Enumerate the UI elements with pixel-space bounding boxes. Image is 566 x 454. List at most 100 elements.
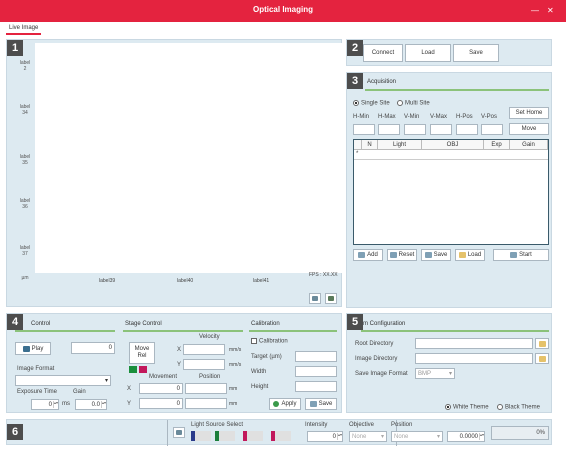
objective-label: Objective — [349, 422, 375, 428]
fit-icon — [312, 296, 318, 301]
radio-checked-icon — [353, 100, 359, 106]
table-header-select — [354, 140, 362, 150]
light-source-blue[interactable] — [191, 431, 211, 441]
hmin-input[interactable] — [353, 124, 375, 135]
calibration-save-button[interactable]: Save — [305, 398, 337, 410]
spinner-icon[interactable]: ▴▾ — [53, 401, 58, 408]
y-label-3: label 35 — [19, 154, 31, 166]
spinner-icon[interactable]: ▴▾ — [101, 401, 106, 408]
reset-button[interactable]: Reset — [387, 249, 417, 261]
add-button[interactable]: Add — [353, 249, 383, 261]
apply-button[interactable]: Apply — [269, 398, 301, 410]
table-header-exp: Exp — [484, 140, 510, 150]
position-y-display — [185, 398, 227, 409]
panel-number-1: 1 — [7, 40, 23, 56]
vmax-input[interactable] — [430, 124, 452, 135]
image-format-select[interactable]: ▾ — [15, 375, 111, 386]
exposure-time-input[interactable]: 0 ▴▾ — [31, 399, 59, 410]
target-input[interactable] — [295, 351, 337, 362]
single-site-radio[interactable]: Single Site — [353, 100, 390, 107]
start-button[interactable]: Start — [493, 249, 549, 261]
velocity-y-input[interactable] — [183, 359, 225, 370]
white-theme-label: White Theme — [453, 404, 489, 411]
height-input[interactable] — [295, 381, 337, 392]
save-button[interactable]: Save — [453, 44, 499, 62]
zoom-fit-button[interactable] — [309, 293, 321, 304]
position-number-input[interactable]: 0.0000 ▴▾ — [447, 431, 485, 442]
folder-icon — [458, 252, 466, 258]
move-rel-button[interactable]: Move Rel — [129, 342, 155, 364]
image-directory-input[interactable] — [415, 353, 533, 364]
connect-label: Connect — [371, 50, 395, 56]
velocity-x-input[interactable] — [183, 344, 225, 355]
velocity-label: Velocity — [199, 334, 220, 340]
zoom-reset-button[interactable] — [325, 293, 337, 304]
gain-input[interactable]: 0.0 ▴▾ — [75, 399, 107, 410]
objective-select[interactable]: None ▾ — [349, 431, 387, 442]
play-label: Play — [31, 345, 44, 352]
set-home-button[interactable]: Set Home — [509, 107, 549, 119]
hmax-input[interactable] — [378, 124, 400, 135]
light-source-label: Light Source Select — [191, 422, 244, 428]
panel-number-2: 2 — [347, 40, 363, 56]
load-button[interactable]: Load — [405, 44, 451, 62]
light-source-toggle[interactable] — [173, 427, 185, 438]
table-row[interactable]: * — [354, 150, 548, 160]
light-source-ir[interactable] — [271, 431, 291, 441]
connect-button[interactable]: Connect — [363, 44, 403, 62]
calibration-underline — [249, 330, 337, 332]
panel-number-5: 5 — [347, 314, 363, 330]
target-label: Target (µm) — [251, 354, 282, 360]
movement-y-input[interactable]: 0 — [139, 398, 183, 409]
table-load-button[interactable]: Load — [455, 249, 485, 261]
spinner-icon[interactable]: ▴▾ — [337, 433, 342, 440]
status-panel: 6 Light Source Select Intensity 0 ▴▾ Obje… — [6, 419, 552, 446]
light-source-green[interactable] — [215, 431, 235, 441]
hpos-input[interactable] — [456, 124, 478, 135]
vpos-label: V-Pos — [481, 114, 498, 120]
intensity-input[interactable]: 0 ▴▾ — [307, 431, 343, 442]
position-label: Position — [199, 374, 221, 380]
minimize-button[interactable]: — — [531, 6, 539, 15]
tab-live-image[interactable]: Live Image — [6, 24, 42, 35]
root-directory-input[interactable] — [415, 338, 533, 349]
width-input[interactable] — [295, 366, 337, 377]
black-theme-radio[interactable]: Black Theme — [497, 404, 540, 411]
chevron-down-icon: ▾ — [104, 378, 108, 384]
position-select-value: None — [394, 433, 409, 440]
progress-text: 0% — [536, 430, 545, 436]
frame-counter: 0 — [71, 342, 115, 354]
folder-icon — [538, 340, 546, 347]
white-theme-radio[interactable]: White Theme — [445, 404, 489, 411]
save-format-select[interactable]: BMP ▾ — [415, 368, 455, 379]
light-source-red[interactable] — [243, 431, 263, 441]
system-config-panel: 5 m Configuration Root Directory Image D… — [346, 313, 552, 413]
table-header-light: Light — [378, 140, 422, 150]
vmin-input[interactable] — [404, 124, 426, 135]
multi-site-radio[interactable]: Multi Site — [397, 100, 430, 107]
table-header-n: N — [362, 140, 378, 150]
position-select[interactable]: None ▾ — [391, 431, 443, 442]
root-directory-browse[interactable] — [535, 338, 549, 349]
black-theme-label: Black Theme — [505, 404, 540, 411]
system-underline — [361, 330, 549, 332]
stage-underline — [123, 330, 243, 332]
live-image-canvas[interactable] — [35, 43, 347, 273]
table-save-button[interactable]: Save — [421, 249, 451, 261]
close-button[interactable]: ✕ — [547, 6, 554, 15]
gain-label: Gain — [73, 389, 86, 395]
vmin-label: V-Min — [404, 114, 420, 120]
image-directory-label: Image Directory — [355, 356, 398, 362]
movement-x-input[interactable]: 0 — [139, 383, 183, 394]
check-icon — [273, 401, 280, 407]
vpos-input[interactable] — [481, 124, 503, 135]
acquisition-table[interactable]: N Light OBJ Exp Gain * — [353, 139, 549, 245]
velocity-y-unit: mm/s — [229, 362, 242, 368]
calibration-checkbox[interactable]: Calibration — [251, 338, 288, 345]
x-label-2: label40 — [177, 278, 194, 284]
play-button[interactable]: Play — [15, 342, 51, 355]
image-directory-browse[interactable] — [535, 353, 549, 364]
chevron-down-icon: ▾ — [436, 434, 440, 440]
move-button[interactable]: Move — [509, 123, 549, 135]
spinner-icon[interactable]: ▴▾ — [479, 433, 484, 440]
